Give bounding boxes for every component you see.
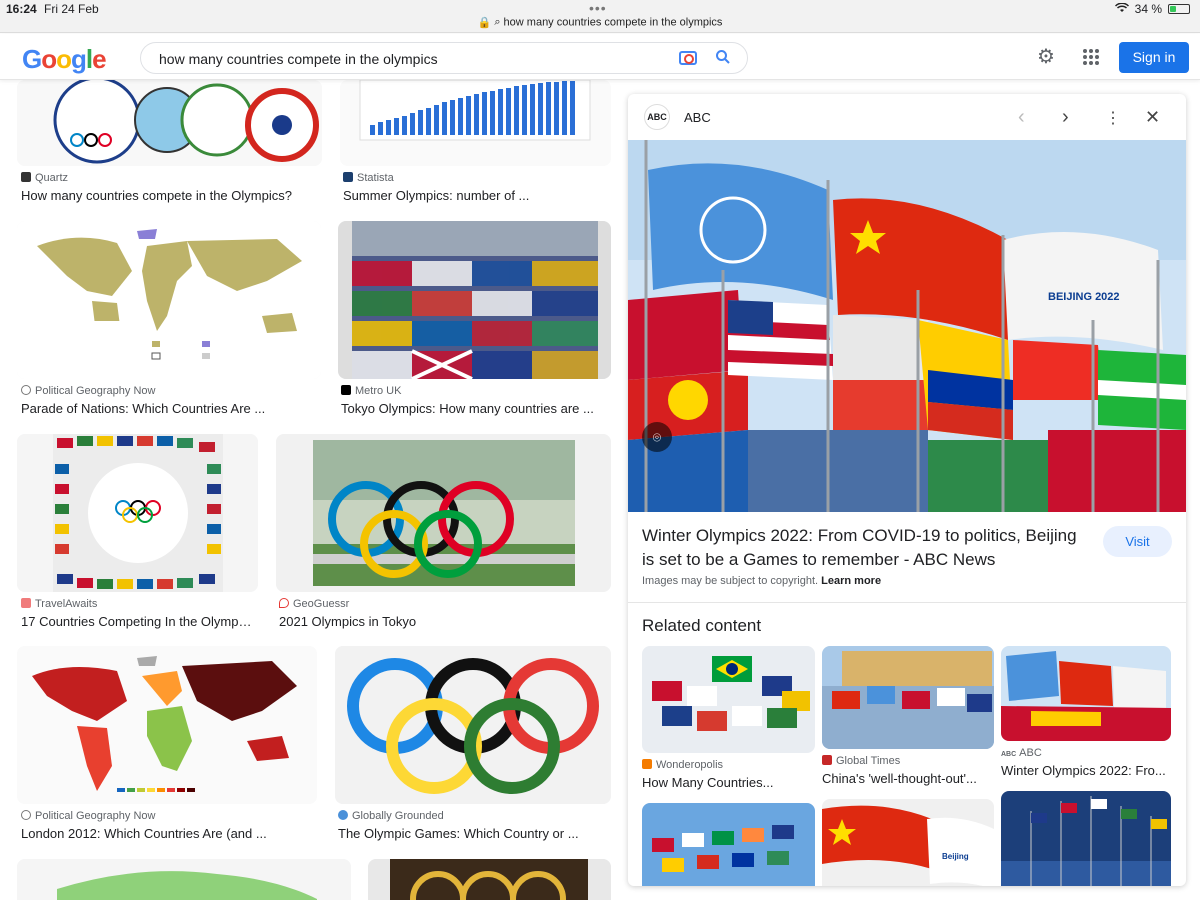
logo-letter: G bbox=[22, 44, 42, 74]
logo-letter: e bbox=[92, 44, 107, 74]
result-source: Statista bbox=[343, 172, 394, 184]
battery-fill bbox=[1170, 6, 1176, 12]
result-title[interactable]: How many countries compete in the Olympi… bbox=[21, 188, 321, 203]
result-source: Quartz bbox=[21, 172, 68, 184]
image-results: Quartz How many countries compete in the… bbox=[0, 80, 620, 900]
result-title[interactable]: 2021 Olympics in Tokyo bbox=[279, 614, 609, 629]
divider bbox=[628, 602, 1186, 603]
related-thumbnail[interactable] bbox=[1001, 646, 1171, 741]
metro-icon bbox=[341, 385, 351, 395]
chevron-left-icon[interactable]: ‹ bbox=[1018, 106, 1025, 129]
globe-icon bbox=[21, 385, 31, 395]
result-thumbnail[interactable] bbox=[340, 80, 611, 166]
search-icon[interactable] bbox=[715, 49, 730, 64]
battery-icon bbox=[1168, 4, 1190, 14]
abc-logo-icon: ABC bbox=[1001, 751, 1017, 758]
visit-button[interactable]: Visit bbox=[1103, 526, 1172, 557]
result-title[interactable]: Parade of Nations: Which Countries Are .… bbox=[21, 401, 319, 416]
related-source: Global Times bbox=[822, 755, 900, 767]
result-thumbnail[interactable] bbox=[338, 221, 611, 379]
search-input[interactable]: how many countries compete in the olympi… bbox=[140, 42, 748, 74]
result-thumbnail[interactable] bbox=[335, 646, 611, 804]
lock-icon: 🔒 bbox=[477, 17, 492, 29]
related-heading: Related content bbox=[642, 616, 762, 635]
result-title[interactable]: London 2012: Which Countries Are (and ..… bbox=[21, 826, 316, 841]
image-preview-panel: ABC ABC ‹ › ⋮ ✕ BEIJING 2022 ⌾ Winter Ol… bbox=[628, 94, 1186, 886]
result-source: TravelAwaits bbox=[21, 598, 97, 610]
travelawaits-icon bbox=[21, 598, 31, 608]
result-thumbnail[interactable] bbox=[17, 646, 317, 804]
address-bar[interactable]: 🔒 ⌕ how many countries compete in the ol… bbox=[0, 16, 1200, 33]
result-title[interactable]: Tokyo Olympics: How many countries are .… bbox=[341, 401, 609, 416]
wonderopolis-icon bbox=[642, 759, 652, 769]
google-lens-icon[interactable]: ⌾ bbox=[642, 422, 672, 452]
panel-header: ABC ABC ‹ › ⋮ ✕ bbox=[628, 94, 1186, 140]
result-title[interactable]: 17 Countries Competing In the Olympic... bbox=[21, 614, 253, 629]
result-thumbnail[interactable] bbox=[17, 434, 258, 592]
result-thumbnail[interactable] bbox=[276, 434, 611, 592]
result-title[interactable]: Summer Olympics: number of ... bbox=[343, 188, 608, 203]
result-thumbnail[interactable] bbox=[368, 859, 611, 900]
result-source: Political Geography Now bbox=[21, 810, 155, 822]
globe-icon bbox=[21, 810, 31, 820]
status-right: 34 % bbox=[1114, 2, 1190, 16]
related-title[interactable]: How Many Countries... bbox=[642, 775, 812, 790]
chevron-right-icon[interactable]: › bbox=[1062, 106, 1069, 129]
result-source: Metro UK bbox=[341, 385, 401, 397]
status-time: 16:24 bbox=[6, 2, 37, 16]
result-thumbnail[interactable] bbox=[17, 80, 322, 166]
logo-letter: g bbox=[71, 44, 87, 74]
quartz-icon bbox=[21, 172, 31, 182]
statista-icon bbox=[343, 172, 353, 182]
related-thumbnail[interactable] bbox=[822, 646, 994, 749]
related-thumbnail[interactable] bbox=[1001, 791, 1171, 886]
gear-icon[interactable]: ⚙ bbox=[1037, 47, 1057, 67]
related-thumbnail[interactable] bbox=[642, 646, 815, 753]
copyright-text: Images may be subject to copyright. bbox=[642, 575, 819, 587]
result-source: Political Geography Now bbox=[21, 385, 155, 397]
camera-icon[interactable] bbox=[679, 51, 697, 65]
svg-text:Beijing: Beijing bbox=[942, 852, 969, 861]
close-icon[interactable]: ✕ bbox=[1145, 107, 1160, 128]
google-logo[interactable]: Google bbox=[22, 44, 107, 75]
panel-source[interactable]: ABC bbox=[684, 110, 711, 125]
logo-letter: o bbox=[41, 44, 57, 74]
address-text: how many countries compete in the olympi… bbox=[503, 16, 723, 29]
related-source: Wonderopolis bbox=[642, 759, 723, 771]
related-title[interactable]: China's 'well-thought-out'... bbox=[822, 771, 987, 786]
global-times-icon bbox=[822, 755, 832, 765]
result-title[interactable]: The Olympic Games: Which Country or ... bbox=[338, 826, 608, 841]
wifi-icon bbox=[1114, 2, 1129, 16]
preview-title[interactable]: Winter Olympics 2022: From COVID-19 to p… bbox=[642, 524, 1092, 572]
result-thumbnail[interactable] bbox=[17, 859, 351, 900]
globe-icon bbox=[338, 810, 348, 820]
svg-text:BEIJING 2022: BEIJING 2022 bbox=[1048, 291, 1120, 303]
related-thumbnail[interactable]: Beijing bbox=[822, 799, 994, 886]
multitask-dots[interactable]: ••• bbox=[589, 0, 607, 16]
google-header: Google how many countries compete in the… bbox=[0, 34, 1200, 80]
learn-more-link[interactable]: Learn more bbox=[821, 575, 881, 587]
search-query: how many countries compete in the olympi… bbox=[159, 51, 438, 67]
abc-logo-icon: ABC bbox=[644, 104, 670, 130]
result-thumbnail[interactable] bbox=[17, 221, 321, 379]
result-source: GeoGuessr bbox=[279, 598, 349, 610]
result-source: Globally Grounded bbox=[338, 810, 444, 822]
apps-grid-icon[interactable] bbox=[1083, 49, 1099, 65]
sign-in-button[interactable]: Sign in bbox=[1119, 42, 1189, 73]
related-source: ABC ABC bbox=[1001, 747, 1042, 759]
more-vert-icon[interactable]: ⋮ bbox=[1105, 108, 1121, 128]
pin-icon bbox=[279, 598, 289, 608]
search-icon: ⌕ bbox=[494, 16, 501, 28]
copyright-note: Images may be subject to copyright. Lear… bbox=[642, 575, 881, 587]
status-date: Fri 24 Feb bbox=[44, 2, 99, 16]
preview-image[interactable]: BEIJING 2022 bbox=[628, 140, 1186, 512]
related-title[interactable]: Winter Olympics 2022: Fro... bbox=[1001, 763, 1166, 778]
logo-letter: o bbox=[56, 44, 72, 74]
related-thumbnail[interactable] bbox=[642, 803, 815, 886]
battery-percent: 34 % bbox=[1134, 2, 1162, 16]
